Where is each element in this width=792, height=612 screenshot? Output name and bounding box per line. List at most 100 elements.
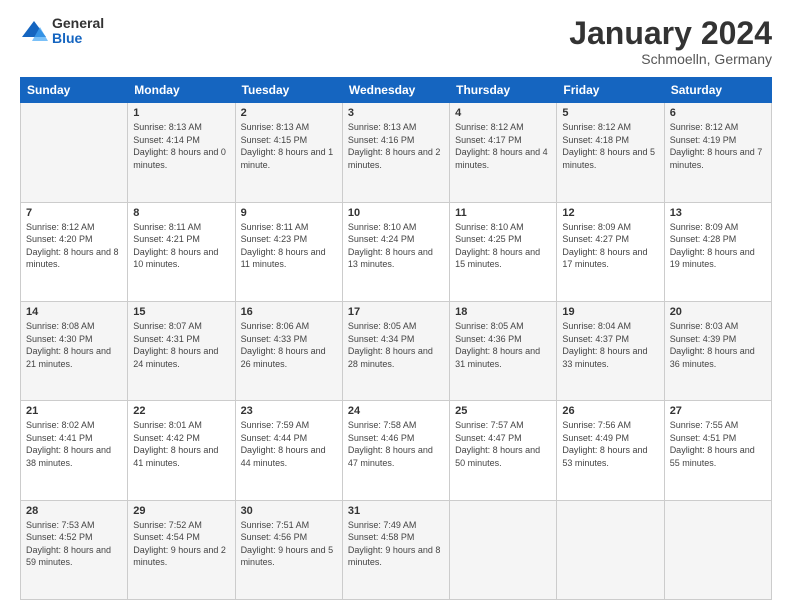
day-cell-2-7: 13 Sunrise: 8:09 AMSunset: 4:28 PMDayligh… bbox=[664, 202, 771, 301]
day-info: Sunrise: 8:09 AMSunset: 4:28 PMDaylight:… bbox=[670, 221, 766, 271]
day-cell-5-6 bbox=[557, 500, 664, 599]
day-cell-4-7: 27 Sunrise: 7:55 AMSunset: 4:51 PMDayligh… bbox=[664, 401, 771, 500]
header-cell-monday: Monday bbox=[128, 78, 235, 103]
day-number: 22 bbox=[133, 405, 229, 417]
header-cell-sunday: Sunday bbox=[21, 78, 128, 103]
header-row: SundayMondayTuesdayWednesdayThursdayFrid… bbox=[21, 78, 772, 103]
day-number: 3 bbox=[348, 107, 444, 119]
day-number: 18 bbox=[455, 306, 551, 318]
day-number: 29 bbox=[133, 505, 229, 517]
day-cell-3-3: 16 Sunrise: 8:06 AMSunset: 4:33 PMDayligh… bbox=[235, 301, 342, 400]
calendar-table: SundayMondayTuesdayWednesdayThursdayFrid… bbox=[20, 77, 772, 600]
day-cell-2-1: 7 Sunrise: 8:12 AMSunset: 4:20 PMDaylight… bbox=[21, 202, 128, 301]
day-info: Sunrise: 8:05 AMSunset: 4:34 PMDaylight:… bbox=[348, 320, 444, 370]
day-number: 6 bbox=[670, 107, 766, 119]
day-number: 15 bbox=[133, 306, 229, 318]
day-info: Sunrise: 8:12 AMSunset: 4:17 PMDaylight:… bbox=[455, 121, 551, 171]
header-cell-thursday: Thursday bbox=[450, 78, 557, 103]
day-cell-3-4: 17 Sunrise: 8:05 AMSunset: 4:34 PMDayligh… bbox=[342, 301, 449, 400]
day-cell-1-5: 4 Sunrise: 8:12 AMSunset: 4:17 PMDaylight… bbox=[450, 103, 557, 202]
title-block: January 2024 Schmoelln, Germany bbox=[569, 16, 772, 67]
day-number: 30 bbox=[241, 505, 337, 517]
day-cell-3-6: 19 Sunrise: 8:04 AMSunset: 4:37 PMDayligh… bbox=[557, 301, 664, 400]
day-info: Sunrise: 7:49 AMSunset: 4:58 PMDaylight:… bbox=[348, 519, 444, 569]
day-number: 11 bbox=[455, 207, 551, 219]
day-cell-1-2: 1Sunrise: 8:13 AMSunset: 4:14 PMDaylight… bbox=[128, 103, 235, 202]
day-info: Sunrise: 8:06 AMSunset: 4:33 PMDaylight:… bbox=[241, 320, 337, 370]
day-number: 1 bbox=[133, 107, 229, 119]
calendar-body: 1Sunrise: 8:13 AMSunset: 4:14 PMDaylight… bbox=[21, 103, 772, 600]
header: General Blue January 2024 Schmoelln, Ger… bbox=[20, 16, 772, 67]
day-info: Sunrise: 8:11 AMSunset: 4:21 PMDaylight:… bbox=[133, 221, 229, 271]
header-cell-wednesday: Wednesday bbox=[342, 78, 449, 103]
day-cell-2-2: 8 Sunrise: 8:11 AMSunset: 4:21 PMDaylight… bbox=[128, 202, 235, 301]
day-number: 28 bbox=[26, 505, 122, 517]
day-cell-3-1: 14 Sunrise: 8:08 AMSunset: 4:30 PMDayligh… bbox=[21, 301, 128, 400]
day-number: 14 bbox=[26, 306, 122, 318]
day-info: Sunrise: 7:58 AMSunset: 4:46 PMDaylight:… bbox=[348, 419, 444, 469]
day-info: Sunrise: 7:56 AMSunset: 4:49 PMDaylight:… bbox=[562, 419, 658, 469]
logo-general-text: General bbox=[52, 16, 104, 31]
day-number: 4 bbox=[455, 107, 551, 119]
day-info: Sunrise: 7:52 AMSunset: 4:54 PMDaylight:… bbox=[133, 519, 229, 569]
day-info: Sunrise: 8:03 AMSunset: 4:39 PMDaylight:… bbox=[670, 320, 766, 370]
logo-blue-text: Blue bbox=[52, 31, 104, 46]
day-info: Sunrise: 8:08 AMSunset: 4:30 PMDaylight:… bbox=[26, 320, 122, 370]
day-info: Sunrise: 7:57 AMSunset: 4:47 PMDaylight:… bbox=[455, 419, 551, 469]
day-info: Sunrise: 8:05 AMSunset: 4:36 PMDaylight:… bbox=[455, 320, 551, 370]
day-cell-1-1 bbox=[21, 103, 128, 202]
day-cell-5-5 bbox=[450, 500, 557, 599]
day-cell-2-6: 12 Sunrise: 8:09 AMSunset: 4:27 PMDayligh… bbox=[557, 202, 664, 301]
day-cell-4-5: 25 Sunrise: 7:57 AMSunset: 4:47 PMDayligh… bbox=[450, 401, 557, 500]
day-number: 12 bbox=[562, 207, 658, 219]
day-number: 31 bbox=[348, 505, 444, 517]
week-row-4: 21Sunrise: 8:02 AMSunset: 4:41 PMDayligh… bbox=[21, 401, 772, 500]
day-number: 19 bbox=[562, 306, 658, 318]
logo-icon bbox=[20, 17, 48, 45]
day-number: 16 bbox=[241, 306, 337, 318]
day-info: Sunrise: 8:09 AMSunset: 4:27 PMDaylight:… bbox=[562, 221, 658, 271]
calendar-header: SundayMondayTuesdayWednesdayThursdayFrid… bbox=[21, 78, 772, 103]
day-number: 26 bbox=[562, 405, 658, 417]
day-cell-2-5: 11Sunrise: 8:10 AMSunset: 4:25 PMDayligh… bbox=[450, 202, 557, 301]
day-info: Sunrise: 8:10 AMSunset: 4:24 PMDaylight:… bbox=[348, 221, 444, 271]
day-info: Sunrise: 7:59 AMSunset: 4:44 PMDaylight:… bbox=[241, 419, 337, 469]
day-cell-2-4: 10Sunrise: 8:10 AMSunset: 4:24 PMDayligh… bbox=[342, 202, 449, 301]
day-number: 2 bbox=[241, 107, 337, 119]
week-row-3: 14 Sunrise: 8:08 AMSunset: 4:30 PMDayligh… bbox=[21, 301, 772, 400]
header-cell-saturday: Saturday bbox=[664, 78, 771, 103]
day-number: 17 bbox=[348, 306, 444, 318]
day-number: 25 bbox=[455, 405, 551, 417]
day-number: 13 bbox=[670, 207, 766, 219]
day-cell-5-4: 31 Sunrise: 7:49 AMSunset: 4:58 PMDayligh… bbox=[342, 500, 449, 599]
day-cell-4-3: 23 Sunrise: 7:59 AMSunset: 4:44 PMDayligh… bbox=[235, 401, 342, 500]
day-number: 20 bbox=[670, 306, 766, 318]
day-number: 8 bbox=[133, 207, 229, 219]
header-cell-friday: Friday bbox=[557, 78, 664, 103]
day-number: 23 bbox=[241, 405, 337, 417]
week-row-1: 1Sunrise: 8:13 AMSunset: 4:14 PMDaylight… bbox=[21, 103, 772, 202]
day-number: 21 bbox=[26, 405, 122, 417]
day-cell-5-7 bbox=[664, 500, 771, 599]
month-title: January 2024 bbox=[569, 16, 772, 51]
day-number: 9 bbox=[241, 207, 337, 219]
week-row-2: 7 Sunrise: 8:12 AMSunset: 4:20 PMDaylight… bbox=[21, 202, 772, 301]
day-number: 27 bbox=[670, 405, 766, 417]
day-cell-4-6: 26 Sunrise: 7:56 AMSunset: 4:49 PMDayligh… bbox=[557, 401, 664, 500]
day-info: Sunrise: 8:12 AMSunset: 4:18 PMDaylight:… bbox=[562, 121, 658, 171]
day-info: Sunrise: 7:55 AMSunset: 4:51 PMDaylight:… bbox=[670, 419, 766, 469]
day-info: Sunrise: 8:07 AMSunset: 4:31 PMDaylight:… bbox=[133, 320, 229, 370]
day-info: Sunrise: 8:13 AMSunset: 4:15 PMDaylight:… bbox=[241, 121, 337, 171]
day-cell-1-4: 3Sunrise: 8:13 AMSunset: 4:16 PMDaylight… bbox=[342, 103, 449, 202]
day-cell-5-3: 30Sunrise: 7:51 AMSunset: 4:56 PMDayligh… bbox=[235, 500, 342, 599]
day-cell-5-2: 29 Sunrise: 7:52 AMSunset: 4:54 PMDayligh… bbox=[128, 500, 235, 599]
day-info: Sunrise: 8:12 AMSunset: 4:20 PMDaylight:… bbox=[26, 221, 122, 271]
day-info: Sunrise: 8:04 AMSunset: 4:37 PMDaylight:… bbox=[562, 320, 658, 370]
day-cell-3-2: 15 Sunrise: 8:07 AMSunset: 4:31 PMDayligh… bbox=[128, 301, 235, 400]
day-number: 7 bbox=[26, 207, 122, 219]
week-row-5: 28 Sunrise: 7:53 AMSunset: 4:52 PMDayligh… bbox=[21, 500, 772, 599]
header-cell-tuesday: Tuesday bbox=[235, 78, 342, 103]
day-info: Sunrise: 7:53 AMSunset: 4:52 PMDaylight:… bbox=[26, 519, 122, 569]
day-cell-4-1: 21Sunrise: 8:02 AMSunset: 4:41 PMDayligh… bbox=[21, 401, 128, 500]
day-cell-1-7: 6Sunrise: 8:12 AMSunset: 4:19 PMDaylight… bbox=[664, 103, 771, 202]
